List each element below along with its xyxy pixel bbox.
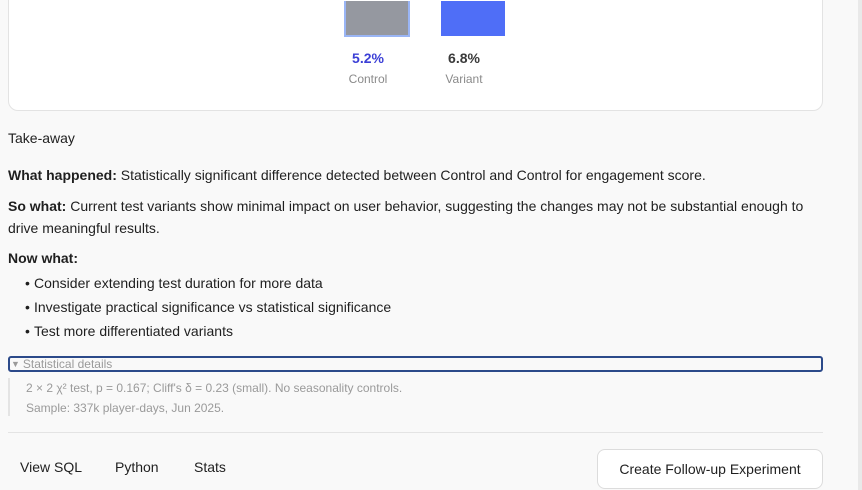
list-item-text: Investigate practical significance vs st… (34, 299, 392, 315)
what-happened-text: Statistically significant difference det… (116, 167, 706, 183)
bar-variant (441, 1, 505, 36)
now-what-list: • Consider extending test duration for mo… (25, 271, 391, 343)
bullet-icon: • (25, 323, 30, 339)
bar-category-label-variant: Variant (445, 72, 483, 86)
create-follow-up-experiment-button[interactable]: Create Follow-up Experiment (597, 449, 823, 489)
so-what-text: Current test variants show minimal impac… (8, 198, 804, 236)
scrollbar[interactable] (858, 0, 862, 490)
statistical-details-toggle[interactable]: ▼ Statistical details (8, 356, 823, 372)
now-what-label: Now what: (8, 250, 78, 266)
footer-divider (8, 432, 823, 433)
so-what-paragraph: So what: Current test variants show mini… (8, 195, 823, 239)
stats-button[interactable]: Stats (194, 459, 226, 475)
chart-card: 5.2% 6.8% Control Variant (8, 0, 823, 111)
statistical-details-body: 2 × 2 χ² test, p = 0.167; Cliff's δ = 0.… (8, 378, 508, 416)
bar-value-label-control: 5.2% (352, 50, 384, 66)
bullet-icon: • (25, 275, 30, 291)
statistical-details-label: Statistical details (22, 357, 113, 371)
takeaway-heading: Take-away (8, 130, 75, 146)
view-sql-button[interactable]: View SQL (20, 459, 82, 475)
list-item: • Investigate practical significance vs s… (25, 295, 391, 319)
disclosure-triangle-icon: ▼ (11, 359, 20, 369)
bar-value-label-variant: 6.8% (448, 50, 480, 66)
what-happened-paragraph: What happened: Statistically significant… (8, 164, 823, 186)
list-item: • Consider extending test duration for mo… (25, 271, 391, 295)
what-happened-label: What happened: (8, 167, 117, 183)
list-item-text: Test more differentiated variants (34, 323, 233, 339)
bar-category-label-control: Control (348, 72, 388, 86)
details-line-2: Sample: 337k player-days, Jun 2025. (26, 401, 225, 415)
python-button[interactable]: Python (115, 459, 159, 475)
so-what-label: So what: (8, 198, 67, 214)
list-item-text: Consider extending test duration for mor… (34, 275, 323, 291)
details-line-1: 2 × 2 χ² test, p = 0.167; Cliff's δ = 0.… (26, 381, 403, 395)
list-item: • Test more differentiated variants (25, 319, 391, 343)
bullet-icon: • (25, 299, 30, 315)
bar-control (344, 1, 410, 37)
